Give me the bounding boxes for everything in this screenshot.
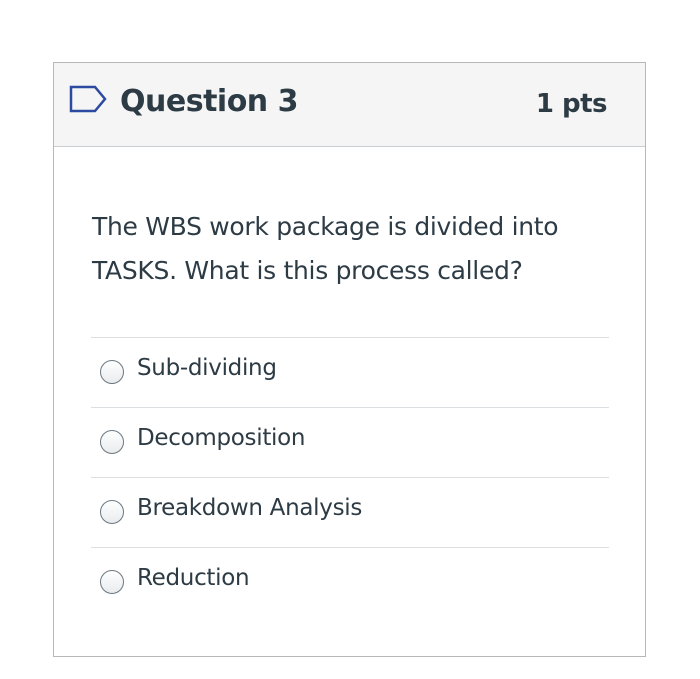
radio-button[interactable]: [100, 360, 124, 384]
radio-button[interactable]: [100, 430, 124, 454]
answer-label[interactable]: Breakdown Analysis: [137, 495, 362, 521]
answer-option-sub-dividing[interactable]: Sub-dividing: [91, 337, 609, 407]
bookmark-flag-icon[interactable]: [68, 83, 108, 115]
answer-option-decomposition[interactable]: Decomposition: [91, 407, 609, 477]
question-card: Question 3 1 pts The WBS work package is…: [53, 62, 646, 657]
answer-list: Sub-dividing Decomposition Breakdown Ana…: [91, 337, 609, 617]
answer-label[interactable]: Sub-dividing: [137, 355, 277, 381]
radio-button[interactable]: [100, 570, 124, 594]
question-header: Question 3 1 pts: [54, 63, 645, 147]
answer-label[interactable]: Decomposition: [137, 425, 305, 451]
answer-option-reduction[interactable]: Reduction: [91, 547, 609, 617]
question-text: The WBS work package is divided into TAS…: [92, 212, 559, 285]
radio-button[interactable]: [100, 500, 124, 524]
answer-label[interactable]: Reduction: [137, 565, 250, 591]
question-title: Question 3: [120, 84, 298, 119]
answer-option-breakdown-analysis[interactable]: Breakdown Analysis: [91, 477, 609, 547]
question-points: 1 pts: [535, 89, 608, 119]
